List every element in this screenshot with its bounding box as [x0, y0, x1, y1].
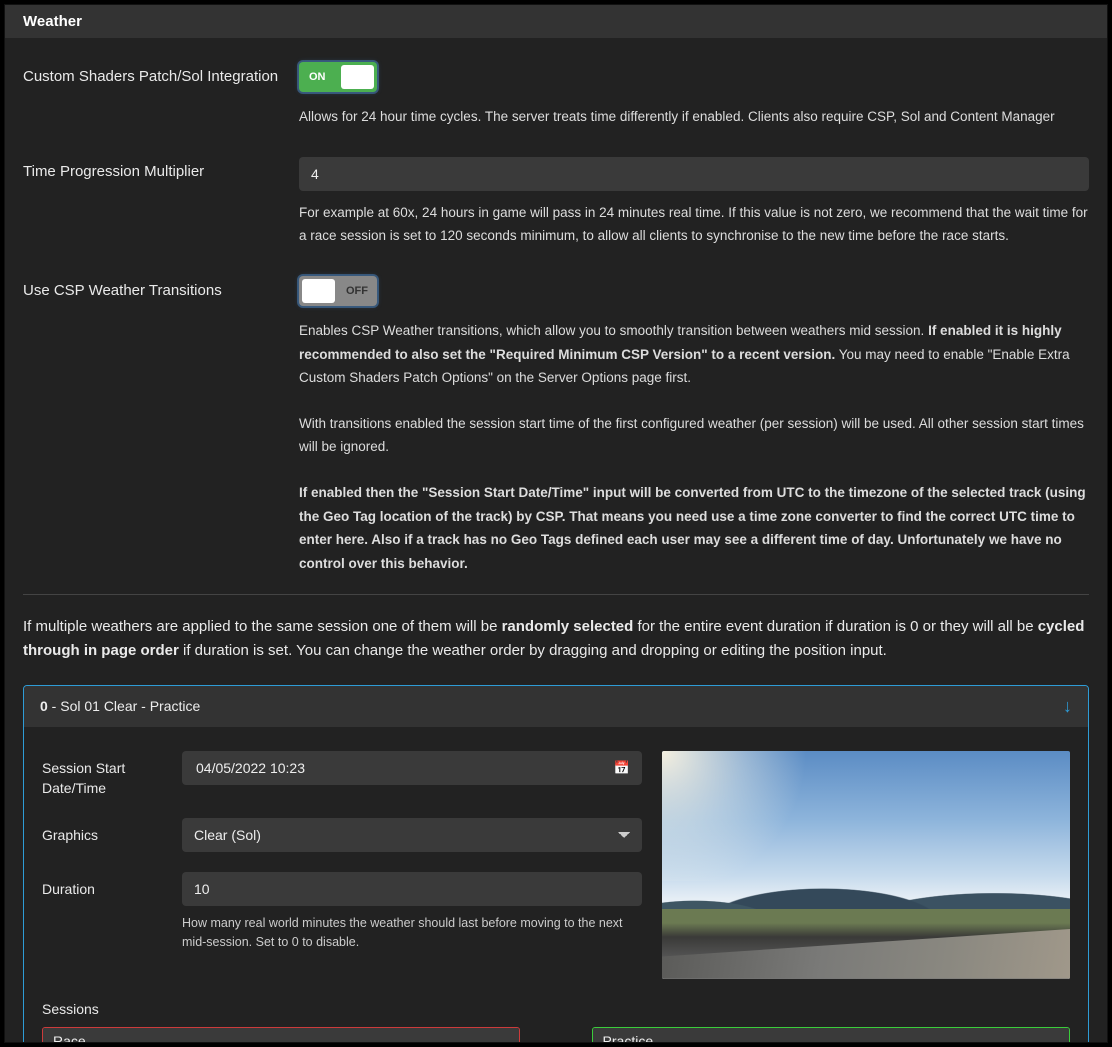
input-time-multiplier[interactable] — [299, 157, 1089, 191]
weather-card-body: Session Start Date/Time 04/05/2022 10:23… — [24, 727, 1088, 1044]
panel-body: Custom Shaders Patch/Sol Integration ON … — [5, 38, 1107, 1043]
calendar-icon: 📅 — [614, 760, 630, 776]
toggle-on-label: ON — [309, 62, 326, 92]
help-csp-integration: Allows for 24 hour time cycles. The serv… — [299, 105, 1089, 129]
toggle-csp-integration[interactable]: ON — [299, 62, 377, 92]
sessions-transfer: Race Qualifying ⇄ Practice — [42, 1027, 1070, 1044]
weather-panel: Weather Custom Shaders Patch/Sol Integra… — [4, 4, 1108, 1043]
weather-card-header[interactable]: 0 - Sol 01 Clear - Practice ↓ — [24, 686, 1088, 727]
sessions-section: Sessions Race Qualifying ⇄ Practice — [42, 1001, 1070, 1044]
weather-card-title: 0 - Sol 01 Clear - Practice — [40, 698, 200, 714]
label-session-start: Session Start Date/Time — [42, 751, 182, 799]
label-graphics: Graphics — [42, 818, 182, 845]
label-sessions: Sessions — [42, 1001, 1070, 1017]
panel-title: Weather — [5, 5, 1107, 38]
weather-card: 0 - Sol 01 Clear - Practice ↓ Session St… — [23, 685, 1089, 1044]
sessions-available-list[interactable]: Race Qualifying — [42, 1027, 520, 1044]
row-duration: Duration How many real world minutes the… — [42, 872, 642, 952]
arrow-down-icon: ↓ — [1063, 696, 1072, 717]
divider — [23, 594, 1089, 595]
help-time-multiplier: For example at 60x, 24 hours in game wil… — [299, 201, 1089, 248]
help-csp-transitions-2: With transitions enabled the session sta… — [299, 412, 1089, 459]
weather-preview-image — [662, 751, 1070, 979]
toggle-off-label: OFF — [346, 276, 368, 306]
label-csp-integration: Custom Shaders Patch/Sol Integration — [23, 62, 299, 88]
toggle-handle — [341, 65, 374, 89]
help-csp-transitions-1: Enables CSP Weather transitions, which a… — [299, 319, 1089, 390]
help-csp-transitions-3: If enabled then the "Session Start Date/… — [299, 481, 1089, 576]
toggle-csp-transitions[interactable]: OFF — [299, 276, 377, 306]
help-duration: How many real world minutes the weather … — [182, 914, 642, 952]
multi-weather-note: If multiple weathers are applied to the … — [23, 615, 1089, 663]
input-session-start[interactable]: 04/05/2022 10:23 📅 — [182, 751, 642, 785]
row-time-multiplier: Time Progression Multiplier For example … — [23, 157, 1089, 248]
session-start-value: 04/05/2022 10:23 — [196, 760, 305, 776]
list-item[interactable]: Practice — [593, 1028, 1069, 1044]
label-csp-transitions: Use CSP Weather Transitions — [23, 276, 299, 302]
label-time-multiplier: Time Progression Multiplier — [23, 157, 299, 183]
row-csp-transitions: Use CSP Weather Transitions OFF Enables … — [23, 276, 1089, 576]
row-session-start: Session Start Date/Time 04/05/2022 10:23… — [42, 751, 642, 799]
label-duration: Duration — [42, 872, 182, 899]
row-csp-integration: Custom Shaders Patch/Sol Integration ON … — [23, 62, 1089, 129]
select-graphics[interactable]: Clear (Sol) — [182, 818, 642, 852]
row-graphics: Graphics Clear (Sol) — [42, 818, 642, 852]
input-duration[interactable] — [182, 872, 642, 906]
sessions-selected-list[interactable]: Practice — [592, 1027, 1070, 1044]
list-item[interactable]: Race — [43, 1028, 519, 1044]
toggle-handle — [302, 279, 335, 303]
